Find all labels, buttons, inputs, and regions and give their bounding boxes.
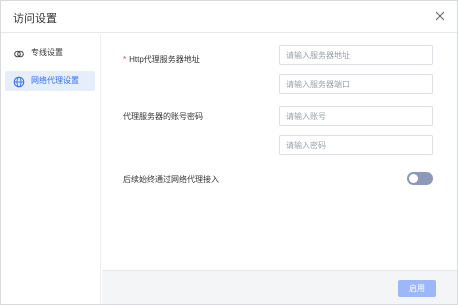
account-password-label: 代理服务器的账号密码 — [123, 112, 203, 121]
sidebar-item-label: 专线设置 — [31, 48, 63, 57]
sidebar-item-dedicated-line[interactable]: 专线设置 — [5, 43, 95, 63]
sidebar-item-network-proxy[interactable]: 网络代理设置 — [5, 71, 95, 91]
always-proxy-label: 后续始终通过网络代理接入 — [123, 175, 219, 184]
http-proxy-label: * Http代理服务器地址 — [123, 55, 200, 64]
always-proxy-toggle[interactable] — [407, 172, 433, 185]
required-mark: * — [123, 55, 127, 64]
link-icon — [13, 47, 25, 59]
access-settings-dialog: 访问设置 专线设置 网络代理设置 * Http代理服务器地址 请输入服务器地址 … — [0, 0, 458, 305]
toggle-knob — [409, 174, 418, 183]
password-input[interactable] — [279, 135, 433, 155]
dialog-titlebar: 访问设置 — [1, 1, 457, 33]
server-address-input[interactable] — [279, 45, 433, 65]
close-icon[interactable] — [433, 9, 447, 23]
proxy-settings-form: *Http代理服务器地址 代理服务器的账号密码 后续始终通过网络代理接入 — [102, 34, 457, 270]
apply-button[interactable]: 启用 — [398, 280, 436, 297]
dialog-title: 访问设置 — [13, 13, 57, 25]
server-port-input[interactable] — [279, 74, 433, 94]
account-input[interactable] — [279, 106, 433, 126]
sidebar-item-label: 网络代理设置 — [31, 76, 79, 85]
dialog-footer: 启用 — [102, 270, 457, 304]
sidebar: 专线设置 网络代理设置 — [1, 34, 101, 304]
globe-icon — [13, 75, 25, 88]
